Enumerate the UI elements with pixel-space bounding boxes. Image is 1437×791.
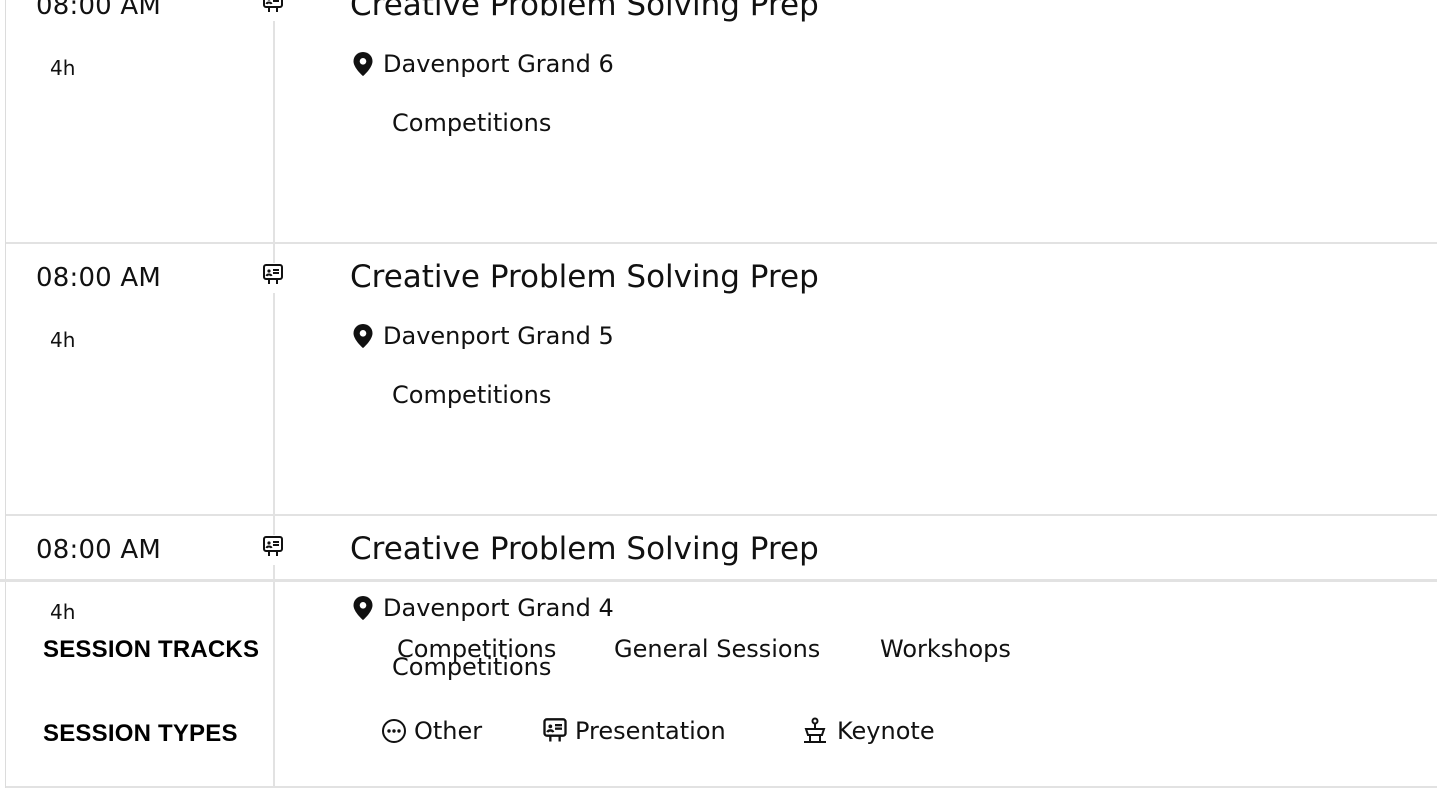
filter-bar: SESSION TRACKS Competitions General Sess… <box>0 579 1437 791</box>
type-filter-label: Keynote <box>837 717 935 745</box>
track-filter-competitions[interactable]: Competitions <box>397 635 556 663</box>
session-duration: 4h <box>50 56 76 80</box>
location-label: Davenport Grand 5 <box>383 322 614 350</box>
location-label: Davenport Grand 6 <box>383 50 614 78</box>
session-tracks-label: SESSION TRACKS <box>43 636 260 663</box>
type-filter-label: Other <box>414 717 483 745</box>
session-location: Davenport Grand 6 <box>352 50 614 78</box>
presentation-icon <box>543 718 567 742</box>
session-track: Competitions <box>392 109 552 137</box>
schedule-page: 08:00 AM 4h Creative Problem Solving Pre… <box>0 0 1437 788</box>
presentation-icon <box>260 0 286 21</box>
session-title[interactable]: Creative Problem Solving Prep <box>350 259 819 295</box>
track-filter-workshops[interactable]: Workshops <box>880 635 1011 663</box>
type-filter-label: Presentation <box>575 717 726 745</box>
session-title[interactable]: Creative Problem Solving Prep <box>350 0 819 23</box>
presentation-icon <box>260 535 286 565</box>
session-row[interactable]: 08:00 AM 4h Creative Problem Solving Pre… <box>6 0 1437 244</box>
session-time: 08:00 AM <box>36 0 162 21</box>
ellipsis-circle-icon <box>382 719 406 743</box>
track-filter-general-sessions[interactable]: General Sessions <box>614 635 820 663</box>
session-time: 08:00 AM <box>36 535 162 565</box>
type-filter-presentation[interactable]: Presentation <box>542 717 726 745</box>
session-row[interactable]: 08:00 AM 4h Creative Problem Solving Pre… <box>6 242 1437 516</box>
session-types-label: SESSION TYPES <box>43 720 238 747</box>
session-title[interactable]: Creative Problem Solving Prep <box>350 531 819 567</box>
location-pin-icon <box>353 324 373 348</box>
podium-icon <box>804 717 826 743</box>
location-pin-icon <box>353 52 373 76</box>
session-location: Davenport Grand 5 <box>352 322 614 350</box>
session-duration: 4h <box>50 328 76 352</box>
presentation-icon <box>260 263 286 293</box>
session-time: 08:00 AM <box>36 263 162 293</box>
session-track: Competitions <box>392 381 552 409</box>
type-filter-other[interactable]: Other <box>381 717 482 745</box>
type-filter-keynote[interactable]: Keynote <box>800 717 935 745</box>
